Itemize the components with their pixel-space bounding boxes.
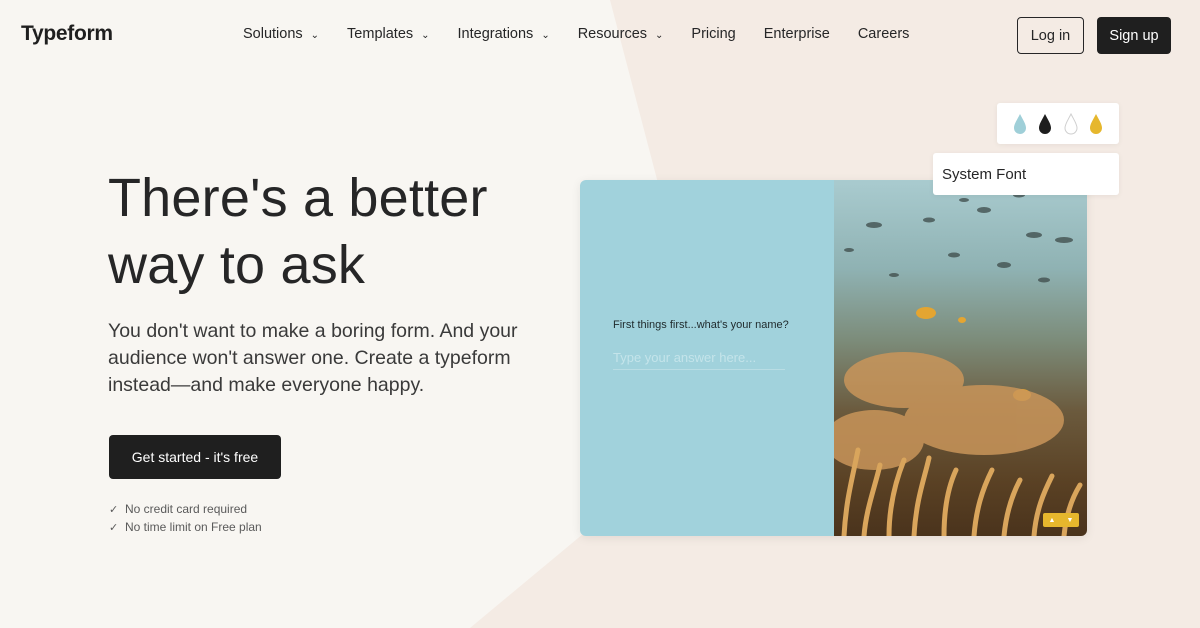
nav-item-templates[interactable]: Templates ⌄ <box>347 26 429 42</box>
nav-item-enterprise[interactable]: Enterprise <box>764 26 830 42</box>
preview-answer-input: Type your answer here... <box>613 350 785 370</box>
chevron-down-icon: ⌄ <box>421 29 430 41</box>
chevron-down-icon: ▼ <box>1066 516 1074 524</box>
coral-reef-illustration <box>824 192 1083 536</box>
nav-item-label: Enterprise <box>763 26 830 42</box>
chevron-up-icon: ▲ <box>1048 516 1056 524</box>
get-started-button[interactable]: Get started - it's free <box>109 435 281 479</box>
check-icon: ✓ <box>109 503 119 516</box>
font-selector: System Font <box>933 153 1119 195</box>
color-swatches <box>997 103 1119 144</box>
nav-item-label: Integrations <box>457 26 534 42</box>
water-drop-icon <box>1013 113 1026 134</box>
nav-item-careers[interactable]: Careers <box>858 26 910 42</box>
form-preview: First things first...what's your name? T… <box>580 180 1087 536</box>
water-drop-icon <box>1090 113 1103 134</box>
nav-item-label: Careers <box>857 26 910 42</box>
perk-item: ✓ No time limit on Free plan <box>109 518 262 536</box>
check-icon: ✓ <box>109 521 119 534</box>
chevron-down-icon: ⌄ <box>655 29 664 41</box>
coral-reef-image <box>824 180 1087 536</box>
login-button[interactable]: Log in <box>1017 17 1084 54</box>
perk-label: No credit card required <box>125 502 248 516</box>
nav-item-label: Resources <box>577 26 648 42</box>
hero-subtitle: You don't want to make a boring form. An… <box>108 320 518 396</box>
preview-question: First things first...what's your name? <box>613 319 789 331</box>
nav-item-label: Templates <box>347 26 414 42</box>
water-drop-icon <box>1064 112 1078 134</box>
preview-question-panel: First things first...what's your name? T… <box>580 180 834 536</box>
typeform-logo[interactable]: Typeform <box>21 22 113 46</box>
nav-item-integrations[interactable]: Integrations ⌄ <box>458 26 550 42</box>
chevron-down-icon: ⌄ <box>310 29 320 41</box>
nav-item-label: Pricing <box>691 26 736 42</box>
signup-button[interactable]: Sign up <box>1097 17 1171 54</box>
main-nav: Solutions ⌄ Templates ⌄ Integrations ⌄ R… <box>243 26 937 42</box>
nav-item-solutions[interactable]: Solutions ⌄ <box>243 26 319 42</box>
perks-list: ✓ No credit card required ✓ No time limi… <box>109 500 262 536</box>
perk-label: No time limit on Free plan <box>125 520 262 534</box>
perk-item: ✓ No credit card required <box>109 500 262 518</box>
nav-item-pricing[interactable]: Pricing <box>691 26 735 42</box>
water-drop-icon <box>1039 113 1052 134</box>
preview-nav-arrows: ▲ ▼ <box>1043 513 1079 527</box>
nav-item-resources[interactable]: Resources ⌄ <box>578 26 664 42</box>
chevron-down-icon: ⌄ <box>541 29 550 41</box>
hero-title: There's a better way to ask <box>108 168 488 295</box>
nav-item-label: Solutions <box>243 26 303 42</box>
